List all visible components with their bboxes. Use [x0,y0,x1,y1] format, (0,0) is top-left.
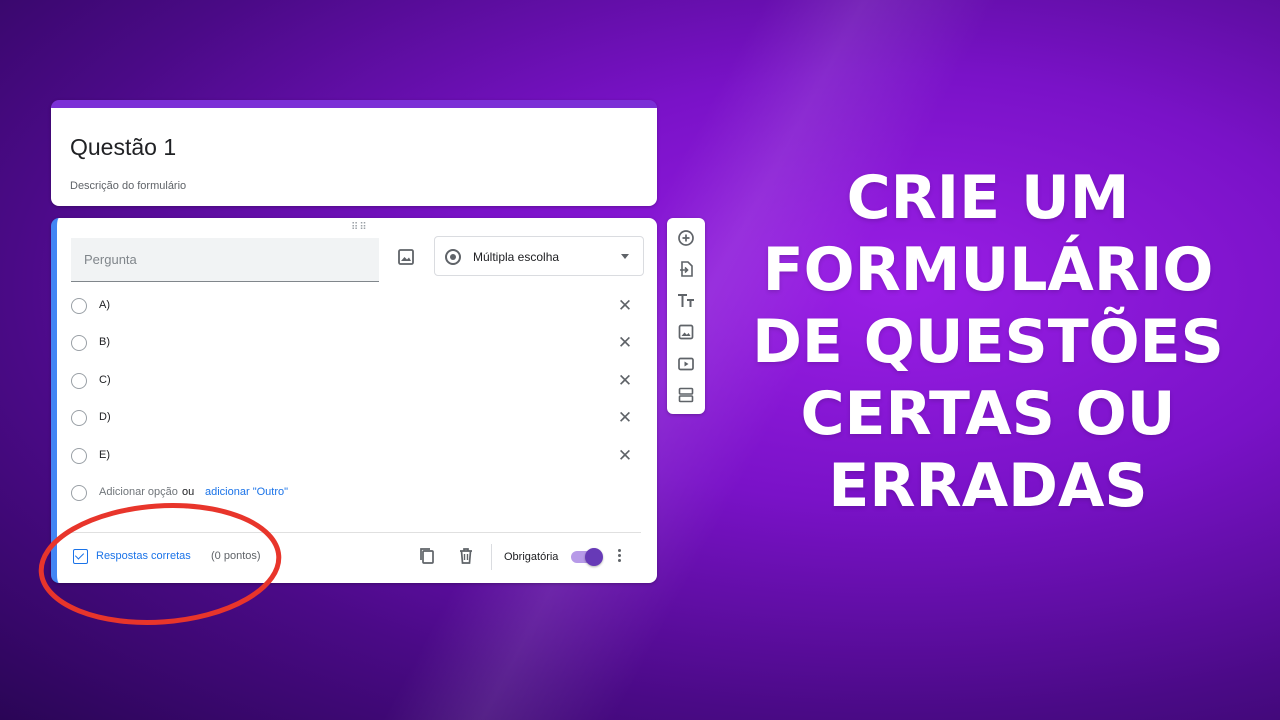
option-row[interactable]: C) ✕ [71,370,651,394]
form-description[interactable]: Descrição do formulário [70,180,186,192]
headline-line: ERRADAS [828,451,1148,521]
form-title-card: Questão 1 Descrição do formulário [51,100,657,206]
radio-button-icon [445,249,461,265]
radio-circle-icon [71,335,87,351]
required-label: Obrigatória [504,551,559,563]
add-video-icon[interactable] [676,354,696,374]
radio-circle-icon [71,373,87,389]
more-vert-icon[interactable] [614,547,624,567]
divider [491,544,492,570]
chevron-down-icon [621,254,629,259]
headline-line: DE QUESTÕES [752,307,1224,377]
duplicate-icon[interactable] [418,546,436,566]
question-input[interactable]: Pergunta [71,238,379,282]
option-row[interactable]: E) ✕ [71,445,651,469]
close-icon[interactable]: ✕ [614,370,636,392]
close-icon[interactable]: ✕ [614,295,636,317]
radio-circle-icon [71,448,87,464]
option-row[interactable]: A) ✕ [71,295,651,319]
option-label[interactable]: A) [99,299,110,311]
headline-line: CRIE UM [846,163,1130,233]
form-title[interactable]: Questão 1 [70,134,176,161]
headline: CRIE UM FORMULÁRIO DE QUESTÕES CERTAS OU… [718,162,1258,522]
option-label[interactable]: E) [99,449,110,461]
close-icon[interactable]: ✕ [614,332,636,354]
add-image-icon[interactable] [676,322,696,342]
add-option-link[interactable]: Adicionar opção [99,486,178,498]
add-title-icon[interactable] [676,291,696,311]
add-other-link[interactable]: adicionar "Outro" [205,486,288,498]
or-label: ou [182,486,195,498]
import-questions-icon[interactable] [676,259,696,279]
close-icon[interactable]: ✕ [614,407,636,429]
close-icon[interactable]: ✕ [614,445,636,467]
toggle-knob [585,548,603,566]
highlight-circle [38,503,282,625]
side-toolbar [667,218,705,414]
option-row[interactable]: D) ✕ [71,407,651,431]
option-label[interactable]: B) [99,336,110,348]
question-placeholder: Pergunta [84,252,137,267]
option-label[interactable]: C) [99,374,111,386]
add-image-icon[interactable] [395,246,417,268]
delete-icon[interactable] [457,546,475,566]
option-label[interactable]: D) [99,411,111,423]
question-type-select[interactable]: Múltipla escolha [434,236,644,276]
add-section-icon[interactable] [676,385,696,405]
add-question-icon[interactable] [676,228,696,248]
headline-line: CERTAS OU [800,379,1176,449]
radio-circle-icon [71,410,87,426]
required-toggle[interactable] [571,548,603,566]
question-type-label: Múltipla escolha [473,250,560,264]
option-row[interactable]: B) ✕ [71,332,651,356]
drag-handle-icon[interactable]: ⠿⠿ [351,222,368,233]
radio-circle-icon [71,485,87,501]
headline-line: FORMULÁRIO [762,235,1214,305]
radio-circle-icon [71,298,87,314]
